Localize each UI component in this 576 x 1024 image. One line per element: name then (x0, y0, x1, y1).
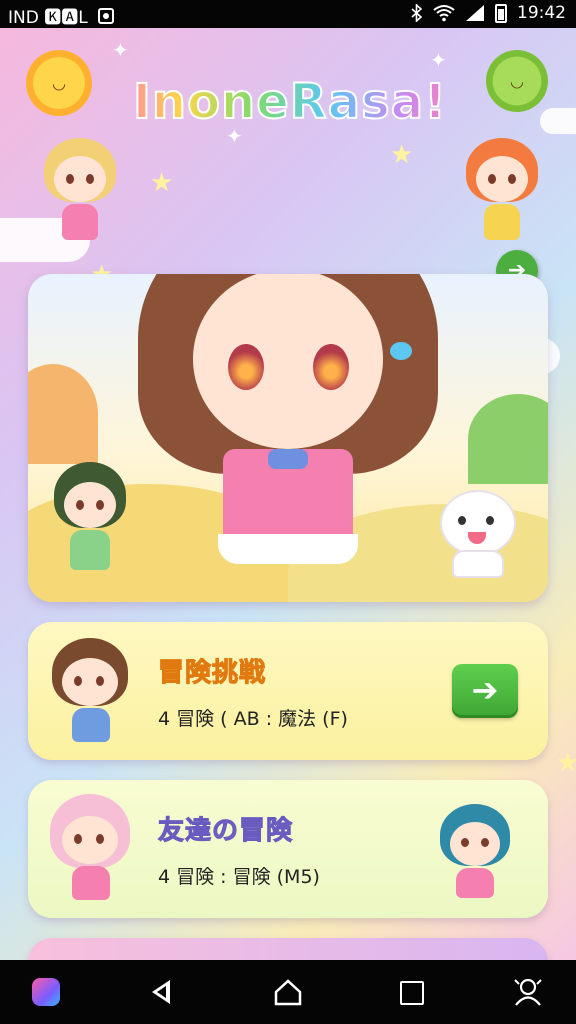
app-screen: ✦ ✦ ✦ ★ ★ ★ ★ ◡ ◡ InoneRasa! ➔ (0, 28, 576, 960)
card-subtitle: 4 冒険 : 冒険 (M5) (158, 866, 320, 888)
green-sun-icon: ◡ (486, 50, 548, 112)
smile-icon: ◡ (52, 73, 66, 93)
star-icon: ★ (150, 168, 174, 198)
sun-icon: ◡ (26, 50, 92, 116)
quest-card-1[interactable]: 冒険挑戦 4 冒険 ( AB : 魔法 (F) ➔ (28, 622, 548, 760)
card-subtitle: 4 冒険 ( AB : 魔法 (F) (158, 708, 348, 730)
card-title: 友達の冒険 (157, 816, 294, 847)
navigation-bar (0, 960, 576, 1024)
sparkle-icon: ✦ (430, 48, 447, 72)
notification-icon (97, 7, 114, 24)
star-icon: ★ (556, 748, 576, 778)
quest-card-2[interactable]: 友達の冒険 4 冒険 : 冒険 (M5) (28, 780, 548, 918)
home-button[interactable] (272, 976, 304, 1008)
hero-card[interactable] (28, 274, 548, 602)
start-quest-button[interactable]: ➔ (452, 664, 518, 718)
chibi-pink-hair-girl (46, 794, 136, 906)
bush-decoration (28, 364, 98, 464)
sparkle-icon: ✦ (112, 38, 129, 62)
recents-button[interactable] (396, 976, 428, 1008)
app-title: InoneRasa! (110, 73, 470, 131)
app-logo-icon[interactable] (32, 978, 60, 1006)
quest-card-3[interactable] (28, 938, 548, 960)
cloud-decoration (540, 108, 576, 134)
chibi-green-hair-girl[interactable] (50, 462, 130, 582)
wifi-icon (433, 5, 455, 22)
chibi-blonde-girl[interactable] (40, 138, 120, 248)
status-bar: IND 🅺🅰L 19:42 (0, 0, 576, 28)
chibi-redhead-girl[interactable] (462, 138, 542, 248)
status-right: 19:42 (411, 3, 566, 23)
back-button[interactable] (146, 976, 178, 1008)
battery-icon (495, 3, 507, 23)
home-icon (274, 979, 302, 1006)
card-title: 冒険挑戦 (157, 658, 267, 689)
bush-decoration (468, 394, 548, 484)
main-chibi-character[interactable] (138, 274, 438, 584)
hair-clip-icon (390, 342, 412, 360)
status-left: IND 🅺🅰L (8, 3, 114, 28)
assistant-icon (514, 978, 542, 1006)
smile-icon: ◡ (510, 71, 524, 91)
ribbon-icon (268, 449, 308, 469)
carrier-label: IND 🅺🅰L (8, 8, 88, 28)
white-cat-mascot[interactable] (440, 490, 516, 580)
skirt-decoration (218, 534, 358, 564)
assistant-button[interactable] (512, 976, 544, 1008)
clock: 19:42 (517, 3, 566, 23)
star-icon: ★ (390, 140, 414, 170)
bluetooth-icon (411, 4, 423, 22)
signal-icon (466, 5, 484, 21)
chibi-blue-hair-girl (436, 804, 516, 904)
chibi-brown-hair-boy (46, 638, 136, 748)
